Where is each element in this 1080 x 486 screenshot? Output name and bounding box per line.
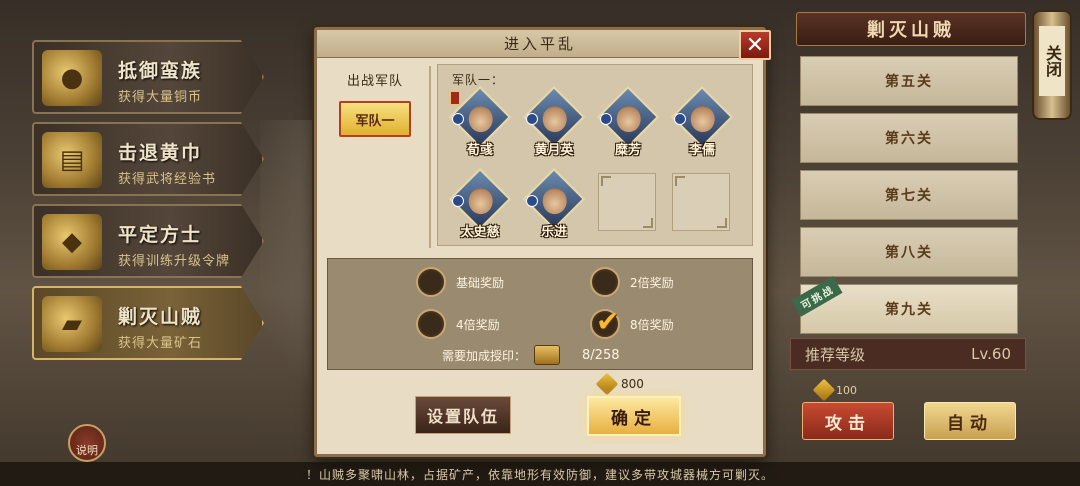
hero-card-lejin[interactable]: 乐进 [522, 167, 586, 241]
attack-cost: 100 [812, 378, 857, 402]
hero-card-huangyueying[interactable]: 黄月英 [522, 85, 586, 159]
stage-panel: 剿灭山贼 第五关 第六关 第七关 第八关 可挑战 第九关 推荐等级 Lv.60 … [790, 12, 1026, 472]
hero-card-liru[interactable]: 李儒 [670, 85, 734, 159]
empty-hero-slot[interactable] [672, 173, 730, 231]
hero-card-xunyu[interactable]: 荀彧 [448, 85, 512, 159]
empty-hero-slot[interactable] [598, 173, 656, 231]
reward-options: 基础奖励 2倍奖励 4倍奖励 8倍奖励 需要加成授印： 8/258 [327, 258, 753, 370]
help-button[interactable]: 说明 [68, 424, 106, 462]
army-tab-one[interactable]: 军队一 [339, 101, 411, 137]
reward-label: 4倍奖励 [456, 317, 500, 332]
stage-item[interactable]: 第五关 [800, 56, 1018, 106]
hero-card-taishici[interactable]: 太史慈 [448, 167, 512, 241]
hero-type-badge-icon [600, 113, 612, 125]
attack-cost-value: 100 [836, 383, 857, 397]
seal-requirement-label: 需要加成授印： [442, 348, 527, 363]
challengeable-badge: 可挑战 [791, 276, 843, 317]
stage-item-current[interactable]: 可挑战 第九关 [791, 276, 1018, 334]
tip-bar: ！山贼多聚啸山林，占据矿产，依靠地形有效防御，建议多带攻城器械方可剿灭。 [0, 462, 1080, 486]
grain-icon [595, 372, 619, 396]
hero-name: 糜芳 [614, 143, 641, 158]
team-label: 军队一： [452, 73, 505, 87]
hero-name: 乐进 [540, 225, 567, 240]
mode-subtitle: 获得武将经验书 [118, 172, 217, 187]
mode-title: 剿灭山贼 [118, 306, 203, 328]
reward-checkbox-checked[interactable] [590, 305, 620, 339]
help-label: 说明 [76, 444, 98, 457]
reward-option-octuple[interactable]: 8倍奖励 [590, 305, 674, 339]
hero-type-badge-icon [526, 113, 538, 125]
column-divider [429, 66, 431, 248]
mode-title: 击退黄巾 [118, 142, 203, 164]
mode-menu: ● 抵御蛮族 获得大量铜币 ▤ 击退黄巾 获得武将经验书 ◆ 平定方士 获得训练… [32, 40, 264, 368]
hero-name: 李儒 [688, 143, 715, 158]
stage-item[interactable]: 第六关 [800, 113, 1018, 163]
stage-panel-title: 剿灭山贼 [796, 12, 1026, 46]
stage-label: 第九关 [885, 302, 933, 318]
reward-checkbox[interactable] [416, 267, 446, 297]
reward-label: 基础奖励 [456, 275, 505, 290]
recommended-level-value: Lv.60 [971, 345, 1011, 363]
reward-option-double[interactable]: 2倍奖励 [590, 267, 674, 297]
stage-label: 第七关 [885, 188, 933, 204]
close-icon: ✕ [745, 32, 765, 58]
mode-item-pacify-sorcerers[interactable]: ◆ 平定方士 获得训练升级令牌 [32, 204, 264, 278]
recommended-level-label: 推荐等级 [805, 345, 866, 364]
grain-icon [812, 378, 836, 402]
hero-type-badge-icon [452, 113, 464, 125]
recommended-level-row: 推荐等级 Lv.60 [790, 338, 1026, 370]
book-icon: ▤ [42, 132, 102, 188]
dialog-title: 进入平乱 [317, 30, 763, 58]
stage-label: 第五关 [885, 74, 933, 90]
set-team-button[interactable]: 设置队伍 [415, 396, 511, 434]
auto-button[interactable]: 自动 [924, 402, 1016, 440]
confirm-button[interactable]: 确定 [587, 396, 681, 436]
reward-option-quad[interactable]: 4倍奖励 [416, 309, 500, 339]
mode-subtitle: 获得训练升级令牌 [118, 254, 231, 269]
seal-requirement-count: 8/258 [582, 347, 620, 363]
stage-item[interactable]: 第七关 [800, 170, 1018, 220]
reward-label: 8倍奖励 [630, 317, 674, 332]
leader-flag-icon [450, 91, 460, 105]
stage-item[interactable]: 第八关 [800, 227, 1018, 277]
hero-type-badge-icon [452, 195, 464, 207]
close-scroll-button[interactable]: 关闭 [1032, 10, 1072, 120]
close-button[interactable]: ✕ [739, 30, 771, 60]
hero-name: 太史慈 [460, 225, 500, 240]
hero-name: 黄月英 [534, 143, 574, 158]
army-column: 出战军队 军队一 [325, 70, 425, 137]
attack-button[interactable]: 攻击 [802, 402, 894, 440]
coin-pile-icon: ● [42, 50, 102, 106]
hero-grid: 荀彧 黄月英 糜芳 李儒 太史慈 乐进 [448, 85, 750, 241]
hero-card-mifang[interactable]: 糜芳 [596, 85, 660, 159]
reward-option-basic[interactable]: 基础奖励 [416, 267, 504, 297]
mode-subtitle: 获得大量铜币 [118, 90, 203, 105]
close-scroll-label: 关闭 [1039, 26, 1065, 96]
reward-checkbox[interactable] [416, 309, 446, 339]
stage-label: 第八关 [885, 245, 933, 261]
stage-label: 第六关 [885, 131, 933, 147]
battle-cost-value: 800 [621, 377, 644, 391]
tip-text: ！山贼多聚啸山林，占据矿产，依靠地形有效防御，建议多带攻城器械方可剿灭。 [305, 467, 774, 482]
mode-item-suppress-bandits[interactable]: ▰ 剿灭山贼 获得大量矿石 [32, 286, 264, 360]
stage-list: 第五关 第六关 第七关 第八关 可挑战 第九关 [791, 56, 1018, 341]
hero-name: 荀彧 [466, 143, 493, 158]
hero-type-badge-icon [674, 113, 686, 125]
reward-label: 2倍奖励 [630, 275, 674, 290]
seal-requirement: 需要加成授印： 8/258 [442, 345, 619, 365]
ore-icon: ▰ [42, 296, 102, 352]
reward-checkbox[interactable] [590, 267, 620, 297]
mode-subtitle: 获得大量矿石 [118, 336, 203, 351]
team-lineup: 军队一： 荀彧 黄月英 糜芳 李儒 太史慈 乐进 [437, 64, 753, 246]
army-column-label: 出战军队 [346, 74, 403, 89]
mode-item-defend-barbarians[interactable]: ● 抵御蛮族 获得大量铜币 [32, 40, 264, 114]
mode-title: 抵御蛮族 [118, 60, 203, 82]
token-icon: ◆ [42, 214, 102, 270]
mode-title: 平定方士 [118, 224, 203, 246]
seal-icon [534, 345, 561, 365]
battle-cost: 800 [595, 372, 644, 396]
hero-type-badge-icon [526, 195, 538, 207]
mode-item-repel-yellow-turbans[interactable]: ▤ 击退黄巾 获得武将经验书 [32, 122, 264, 196]
enter-battle-dialog: 进入平乱 ✕ 出战军队 军队一 军队一： 荀彧 黄月英 糜芳 李儒 太史慈 乐进… [314, 27, 771, 457]
